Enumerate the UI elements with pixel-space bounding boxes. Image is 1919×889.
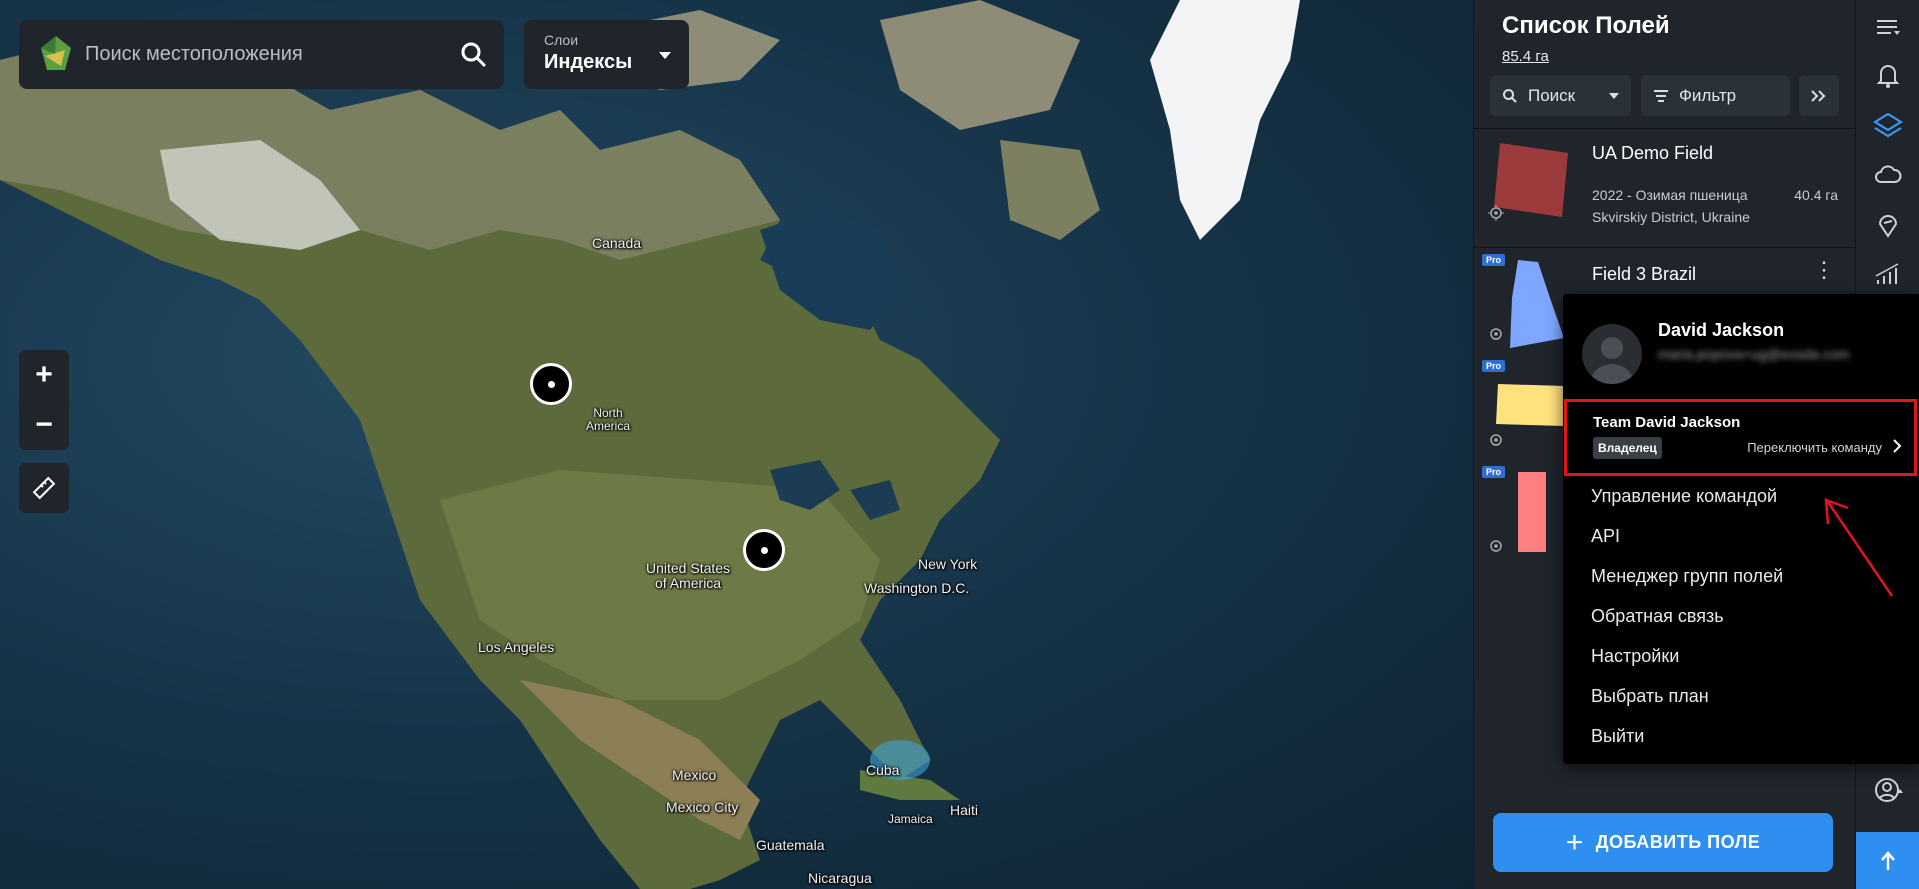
map-terrain xyxy=(0,0,1300,889)
signal-icon[interactable] xyxy=(1873,258,1903,288)
map-label-haiti: Haiti xyxy=(950,802,979,818)
field-polygon xyxy=(1496,384,1564,426)
panel-title: Список Полей xyxy=(1502,12,1670,39)
locate-icon[interactable] xyxy=(1488,432,1504,448)
location-search[interactable]: Поиск местоположения xyxy=(19,20,504,89)
team-name: Team David Jackson xyxy=(1593,414,1741,431)
bell-icon[interactable] xyxy=(1873,60,1903,90)
chevron-down-icon xyxy=(659,52,671,59)
search-input[interactable]: Поиск местоположения xyxy=(85,43,460,66)
menu-item-settings[interactable]: Настройки xyxy=(1591,646,1679,667)
map-label-mexico: Mexico xyxy=(672,767,717,783)
map-label-new-york: New York xyxy=(918,556,978,572)
field-shape-thumbnail xyxy=(1496,384,1564,426)
map-label-washington: Washington D.C. xyxy=(864,580,970,596)
map-label-united-states: United States of America xyxy=(646,560,731,591)
zoom-in-button[interactable]: + xyxy=(19,350,69,400)
field-name: Field 3 Brazil xyxy=(1592,264,1697,284)
field-name: UA Demo Field xyxy=(1592,143,1714,163)
chevron-right-icon xyxy=(1893,439,1902,453)
search-icon[interactable] xyxy=(460,41,488,69)
menu-item-logout[interactable]: Выйти xyxy=(1591,726,1644,747)
map-label-north-america: North America xyxy=(586,406,631,433)
map-label-los-angeles: Los Angeles xyxy=(478,639,555,655)
location-icon[interactable] xyxy=(1873,209,1903,239)
menu-item-choose-plan[interactable]: Выбрать план xyxy=(1591,686,1709,707)
map-label-nicaragua: Nicaragua xyxy=(808,870,872,886)
map-label-canada: Canada xyxy=(592,235,642,251)
switch-team-link[interactable]: Переключить команду xyxy=(1747,440,1882,455)
user-silhouette-icon xyxy=(1590,337,1634,384)
user-email: maria.popova+ug@eosda.com xyxy=(1658,346,1850,362)
filter-button[interactable]: Фильтр xyxy=(1641,75,1790,116)
avatar xyxy=(1582,324,1642,384)
field-location: Skvirskiy District, Ukraine xyxy=(1592,209,1750,225)
pro-badge: Pro xyxy=(1482,254,1506,266)
more-vertical-icon[interactable]: ⋮ xyxy=(1813,259,1835,281)
cloud-icon[interactable] xyxy=(1873,160,1903,190)
filter-label: Фильтр xyxy=(1679,85,1737,105)
locate-icon[interactable] xyxy=(1488,538,1504,554)
annotation-arrow-icon xyxy=(1824,498,1894,597)
scroll-top-button[interactable] xyxy=(1856,832,1919,889)
chevron-down-icon xyxy=(1609,92,1619,99)
field-polygon xyxy=(1518,472,1546,552)
layers-icon[interactable] xyxy=(1873,110,1903,140)
menu-item-api[interactable]: API xyxy=(1591,526,1620,547)
field-pin[interactable] xyxy=(530,363,572,405)
filter-icon xyxy=(1654,89,1668,102)
layers-select[interactable]: Слои Индексы xyxy=(524,20,689,89)
menu-item-field-groups[interactable]: Менеджер групп полей xyxy=(1591,566,1783,587)
field-shape-thumbnail xyxy=(1518,472,1546,552)
layers-label: Слои xyxy=(544,32,579,48)
eos-logo-icon xyxy=(41,35,71,70)
field-pin[interactable] xyxy=(743,529,785,571)
double-chevron-right-icon xyxy=(1811,89,1826,102)
ruler-button[interactable] xyxy=(19,463,69,513)
total-area-link[interactable]: 85.4 га xyxy=(1502,48,1549,65)
user-settings-icon[interactable] xyxy=(1873,775,1903,805)
ruler-icon xyxy=(32,476,56,500)
menu-item-team-management[interactable]: Управление командой xyxy=(1591,486,1777,507)
map-label-mexico-city: Mexico City xyxy=(666,799,739,815)
user-name: David Jackson xyxy=(1658,320,1785,340)
field-polygon xyxy=(1494,143,1568,217)
collapse-panel-button[interactable] xyxy=(1799,75,1839,116)
layers-value: Индексы xyxy=(544,51,633,73)
search-label: Поиск xyxy=(1528,85,1576,105)
locate-icon[interactable] xyxy=(1488,326,1504,342)
field-shape-thumbnail xyxy=(1494,143,1568,217)
search-icon xyxy=(1503,88,1517,103)
team-switcher[interactable]: Team David Jackson Владелец Переключить … xyxy=(1564,399,1917,476)
add-field-label: ДОБАВИТЬ ПОЛЕ xyxy=(1595,832,1761,852)
map-label-cuba: Cuba xyxy=(866,762,900,778)
map-label-guatemala: Guatemala xyxy=(756,837,825,853)
search-dropdown[interactable]: Поиск xyxy=(1490,75,1631,116)
field-shape-thumbnail xyxy=(1510,260,1564,348)
zoom-control: + − xyxy=(19,350,69,450)
field-area: 40.4 га xyxy=(1794,187,1838,203)
arrow-up-icon xyxy=(1881,850,1895,870)
locate-icon[interactable] xyxy=(1488,205,1504,221)
list-icon[interactable] xyxy=(1873,12,1903,42)
pro-badge: Pro xyxy=(1482,360,1506,372)
field-polygon xyxy=(1510,260,1564,348)
pro-badge: Pro xyxy=(1482,466,1506,478)
map-label-jamaica: Jamaica xyxy=(888,812,933,826)
zoom-out-button[interactable]: − xyxy=(19,400,69,450)
field-list-item[interactable]: UA Demo Field 2022 - Озимая пшеница 40.4… xyxy=(1474,129,1855,235)
plus-icon: + xyxy=(1565,825,1584,859)
divider xyxy=(1474,247,1855,248)
role-badge: Владелец xyxy=(1593,437,1662,459)
add-field-button[interactable]: + ДОБАВИТЬ ПОЛЕ xyxy=(1493,813,1833,872)
field-season: 2022 - Озимая пшеница xyxy=(1592,187,1748,203)
map-view[interactable]: Canada North America United States of Am… xyxy=(0,0,1473,889)
menu-item-feedback[interactable]: Обратная связь xyxy=(1591,606,1724,627)
